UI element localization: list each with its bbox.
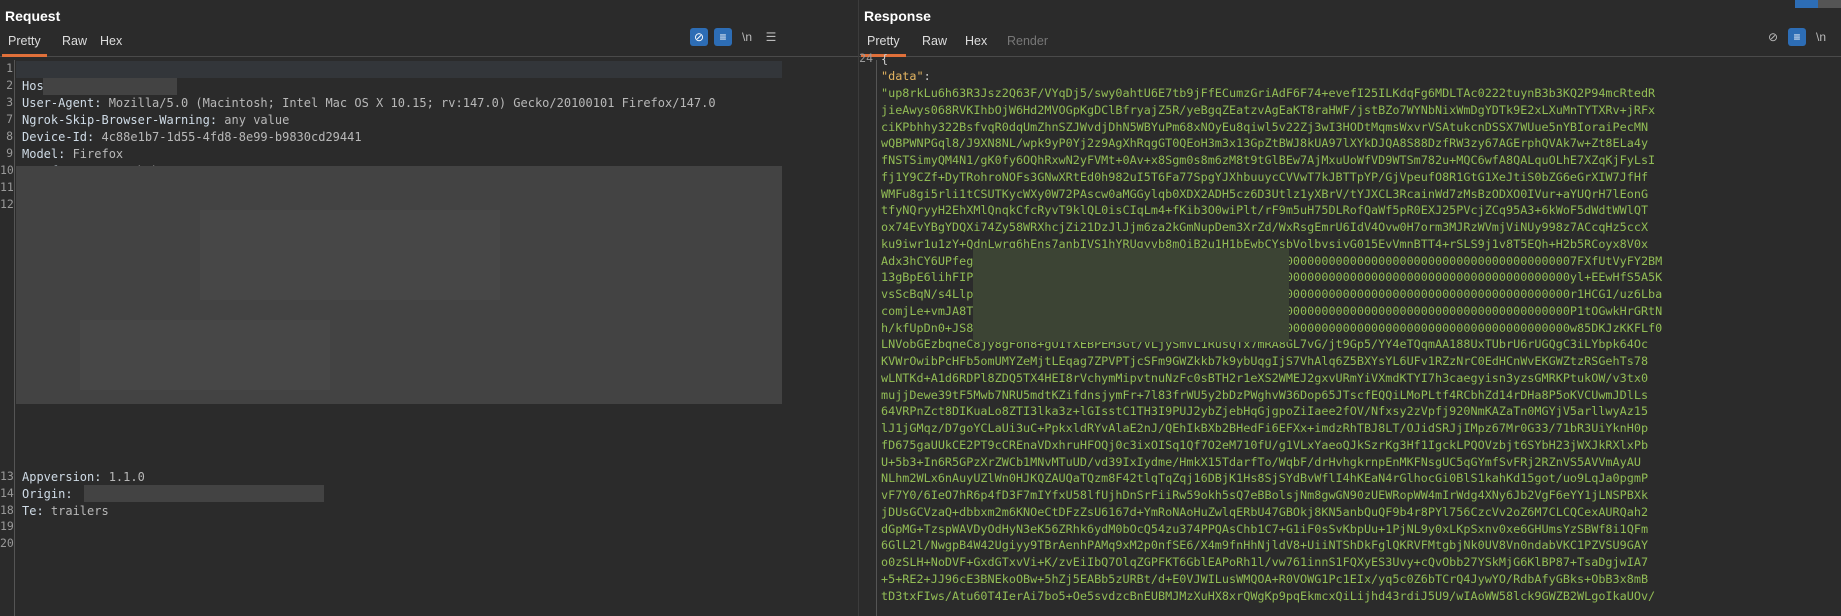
response-title: Response — [864, 8, 931, 24]
request-line: Appversion: 1.1.0 — [22, 469, 145, 486]
header-value: trailers — [43, 503, 109, 518]
line-number: 19 — [0, 519, 14, 534]
tab-render[interactable]: Render — [1001, 34, 1054, 57]
wrap-icon[interactable]: ≡ — [1788, 28, 1806, 46]
line-number: 12 — [0, 197, 14, 211]
wrap-icon[interactable]: ≡ — [714, 28, 732, 46]
response-data-line: U+5b3+In6R5GPzXrZWCb1MNvMTuUD/vd39IxIydm… — [881, 454, 1641, 469]
response-data-line: 6GlL2l/NwgpB4W42Ugiyy9TBrAenhPAMq9xM2p0n… — [881, 538, 1649, 553]
response-tabs: Pretty Raw Hex Render — [859, 30, 1841, 57]
line-number: 2 — [6, 78, 13, 92]
request-line: Origin: — [22, 486, 73, 503]
request-line: Model: Firefox — [22, 146, 123, 163]
response-editor[interactable]: 24 { "data": "up8rkLu6h63R3Jsz2Q63F/VYqD… — [859, 51, 1841, 616]
header-name: Appversion: — [22, 470, 102, 484]
current-line-highlight — [16, 61, 782, 78]
line-number: 14 — [0, 485, 14, 500]
open-brace: { — [881, 52, 889, 66]
line-number: 13 — [0, 469, 14, 483]
request-line: Ngrok-Skip-Browser-Warning: any value — [22, 112, 289, 129]
menu-icon[interactable]: ☰ — [762, 28, 780, 46]
header-name: Model: — [22, 147, 66, 161]
response-data-line: jieAwys068RVKIhbOjW6Hd2MVOGpKgDClBfryajZ… — [881, 102, 1656, 117]
response-data-line: NLhm2WLx6nAuyUZlWn0HJKQZAUQaTQzm8F42tlqT… — [881, 471, 1649, 486]
json-key: "data" — [881, 69, 924, 83]
response-data-line: wQBPWNPGql8/J9XN8NL/wpk9yP0Yj2z9AgXhRqgG… — [881, 136, 1649, 151]
header-value: 4c88e1b7-1d55-4fd8-8e99-b9830cd29441 — [94, 130, 362, 144]
request-line: User-Agent: Mozilla/5.0 (Macintosh; Inte… — [22, 95, 716, 112]
request-editor[interactable]: Te: trailersOrigin:Appversion: 1.1.0Plat… — [0, 60, 858, 616]
redacted-block-tile — [80, 320, 330, 390]
response-data-line: KVWrOwibPcHFb5omUMYZeMjtLEqag7ZPVPTjcSFm… — [881, 354, 1649, 368]
response-data-line: vF7Y0/6IeO7hR6p4fD3F7mIYfxU58lfUjhDnSrFi… — [881, 488, 1649, 502]
response-data-line: lJ1jGMqz/D7goYCLaUi3uC+PpkxldRYvAlaE2nJ/… — [881, 421, 1649, 435]
colon: : — [923, 69, 931, 83]
header-value: 1.1.0 — [101, 470, 145, 484]
redacted-origin — [84, 485, 324, 502]
eye-slash-icon[interactable]: ⊘ — [1764, 28, 1782, 46]
line-number: 11 — [0, 180, 14, 194]
tab-raw[interactable]: Raw — [916, 34, 953, 57]
redacted-response-block — [973, 248, 1289, 342]
response-data-line: ciKPbhhy322BsfvqR0dqUmZhnSZJWvdjDhN5WBYu… — [881, 119, 1649, 134]
line-number: 1 — [6, 61, 13, 75]
header-value: any value — [217, 113, 290, 127]
header-name: Device-Id: — [22, 130, 95, 144]
response-data-line: dGpMG+TzspWAVDyOdHyN3eK56ZRhk6ydM0bOcQ54… — [881, 521, 1649, 536]
line-gutter — [859, 60, 877, 616]
redacted-block-tile — [200, 210, 500, 300]
response-data-line: fNSTSimyQM4N1/gK0fy6OQhRxwN2yFVMt+0Av+x8… — [881, 153, 1656, 167]
line-number: 7 — [6, 112, 13, 126]
response-data-line: tD3txFIws/Atu60T4IerAi7bo5+Oe5svdzcBnEUB… — [881, 588, 1656, 603]
response-data-line: mujjDewe39tF5Mwb7NRU5mdtKZifdnsjymFr+7l8… — [881, 387, 1649, 402]
header-name: Te: — [22, 503, 44, 518]
tab-raw[interactable]: Raw — [56, 34, 93, 57]
eye-slash-icon[interactable]: ⊘ — [690, 28, 708, 46]
header-name: User-Agent: — [22, 96, 102, 110]
response-data-line: "up8rkLu6h63R3Jsz2Q63F/VYqDj5/swy0ahtU6E… — [881, 86, 1656, 100]
newline-toggle[interactable]: \n — [738, 28, 756, 46]
header-value: Mozilla/5.0 (Macintosh; Intel Mac OS X 1… — [101, 96, 716, 110]
line-number: 9 — [6, 146, 13, 160]
line-number: 8 — [6, 129, 13, 143]
response-data-line: +5+RE2+JJ96cE3BNEkoOBw+5hZj5EABb5zURBt/d… — [881, 571, 1649, 586]
response-data-line: wLNTKd+A1d6RDPl8ZDQ5TX4HEI8rVchymMipvtnu… — [881, 370, 1649, 385]
tab-hex[interactable]: Hex — [959, 34, 993, 57]
request-line: Te: trailers — [22, 503, 109, 520]
request-panel: Request Pretty Raw Hex ⊘ ≡ \n ☰ Te: trai… — [0, 0, 858, 616]
newline-toggle[interactable]: \n — [1812, 28, 1830, 46]
header-value: Firefox — [65, 147, 124, 161]
response-data-line: fj1Y9CZf+DyTRohroNOFs3GNwXRtEd0h982uI5T6… — [881, 169, 1649, 184]
response-panel: Response Pretty Raw Hex Render ⊘ ≡ \n 24… — [859, 0, 1841, 616]
response-data-line: 64VRPnZct8DIKuaLo8ZTI3lka3z+lGIsstC1TH3I… — [881, 404, 1649, 419]
response-data-line: jDUsGCVzaQ+dbbxm2m6KNOeCtDFzZsU6167d+YmR… — [881, 504, 1649, 519]
response-data-line: tfyNQryyH2EhXMlQnqkCfcRyvT9klQL0isCIqLm4… — [881, 203, 1649, 218]
request-title: Request — [5, 8, 61, 24]
tab-pretty[interactable]: Pretty — [2, 34, 47, 57]
request-line: Device-Id: 4c88e1b7-1d55-4fd8-8e99-b9830… — [22, 129, 362, 146]
response-data-line: fD675gaUUkCE2PT9cCREnaVDxhruHFOQj0c3ixOI… — [881, 437, 1649, 452]
line-number: 18 — [0, 502, 14, 517]
response-data-line: ox74EvYBgYDQXi74Zy58WRXhcjZi21DzJlJjm6za… — [881, 220, 1649, 234]
line-number: 3 — [6, 95, 13, 109]
line-number: 24 — [859, 51, 873, 65]
line-number: 20 — [0, 536, 14, 551]
response-data-line: WMFu8gi5rli1tCSUTKycWXy0W72PAscw0aMGGylq… — [881, 186, 1649, 201]
tab-hex[interactable]: Hex — [94, 34, 128, 57]
redacted-host — [43, 78, 177, 95]
header-name: Origin: — [22, 486, 73, 501]
response-data-line: o0zSLH+NoDVF+GxdGTxvVi+K/zvEiIbQ7OlqZGPF… — [881, 555, 1649, 569]
header-name: Ngrok-Skip-Browser-Warning: — [22, 113, 218, 127]
line-number: 10 — [0, 163, 14, 177]
